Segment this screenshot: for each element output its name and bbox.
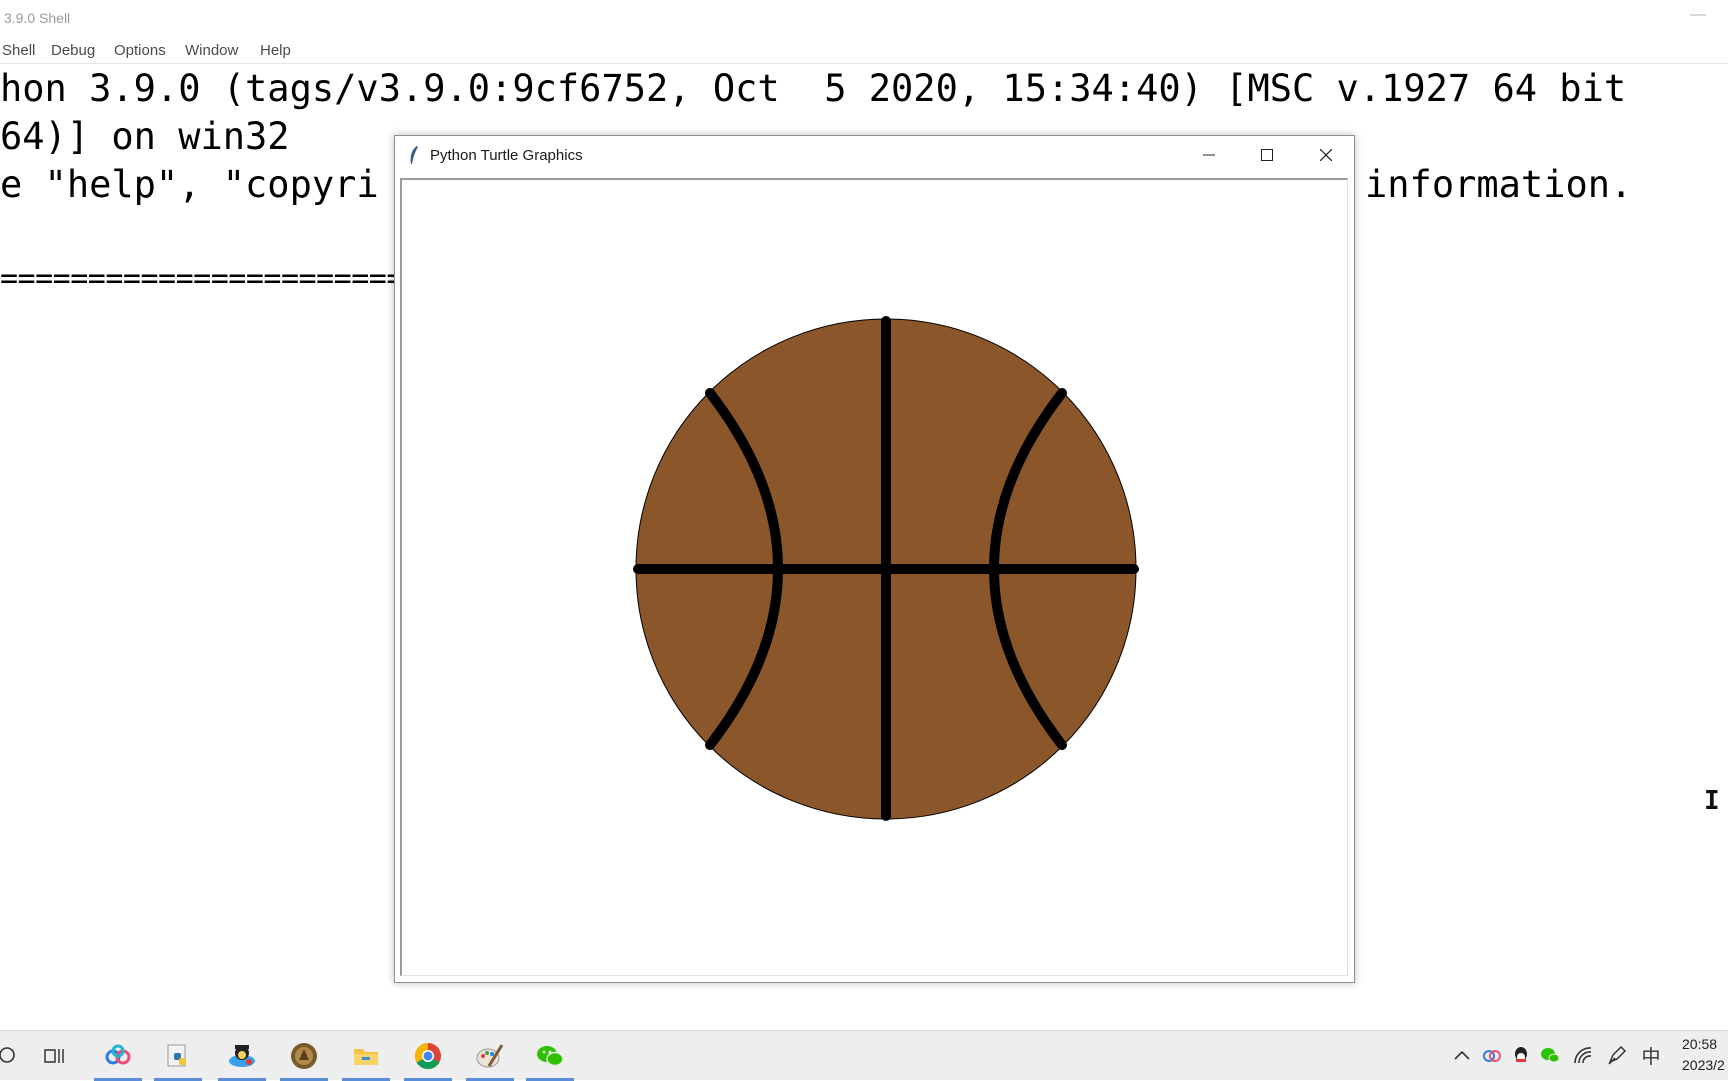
paint-icon: [476, 1044, 504, 1068]
feather-icon: [410, 146, 418, 164]
search-icon: [0, 1047, 15, 1063]
chrome-icon: [414, 1042, 441, 1070]
close-icon: [1320, 149, 1332, 161]
close-button[interactable]: [1298, 136, 1354, 174]
ime-indicator[interactable]: 中: [1640, 1044, 1662, 1068]
taskbar-app-qq-game[interactable]: [215, 1031, 269, 1081]
python-idle-icon: [167, 1044, 186, 1067]
wechat-icon: [537, 1046, 564, 1067]
maximize-icon: [1261, 149, 1273, 161]
window-title: Python Turtle Graphics: [430, 147, 583, 164]
clock-time: 20:58: [1682, 1036, 1718, 1052]
console-line: e "help", "copyri: [0, 163, 379, 206]
chevron-up-icon[interactable]: [1451, 1044, 1473, 1066]
text-cursor-icon: I: [1704, 786, 1720, 816]
console-line: hon 3.9.0 (tags/v3.9.0:9cf6752, Oct 5 20…: [0, 67, 1627, 110]
menu-options[interactable]: Options: [114, 42, 166, 59]
taskbar-clock[interactable]: 20:58 2023/2: [1682, 1034, 1728, 1076]
console-line: information.: [1365, 163, 1633, 206]
file-explorer-icon: [354, 1049, 378, 1065]
minimize-button[interactable]: [1181, 136, 1237, 174]
menu-debug[interactable]: Debug: [51, 42, 95, 59]
turtle-graphics-window: Python Turtle Graphics: [394, 135, 1355, 983]
menu-window[interactable]: Window: [185, 42, 238, 59]
task-view-icon: [44, 1049, 64, 1063]
maximize-button[interactable]: [1239, 136, 1295, 174]
turtle-titlebar[interactable]: Python Turtle Graphics: [395, 136, 1354, 174]
wechat-tray-icon[interactable]: [1539, 1044, 1561, 1066]
taskbar-app-python-idle[interactable]: [151, 1031, 205, 1081]
taskbar-app-baidu-netdisk[interactable]: [91, 1031, 145, 1081]
wifi-icon[interactable]: [1572, 1044, 1594, 1066]
basketball-lines: [633, 316, 1139, 821]
taskbar-app-game[interactable]: [277, 1031, 331, 1081]
shell-title: 3.9.0 Shell: [4, 10, 71, 26]
taskbar: 中 20:58 2023/2: [0, 1030, 1728, 1081]
pen-icon[interactable]: [1606, 1044, 1628, 1066]
menu-shell[interactable]: Shell: [2, 42, 35, 59]
baidu-netdisk-icon: [105, 1044, 131, 1065]
qq-game-icon: [229, 1045, 255, 1067]
task-view-button[interactable]: [27, 1031, 81, 1081]
shell-titlebar[interactable]: 3.9.0 Shell —: [0, 0, 1728, 38]
menu-help[interactable]: Help: [260, 42, 291, 59]
minimize-icon[interactable]: —: [1690, 6, 1706, 24]
cloud-icon[interactable]: [1481, 1044, 1503, 1066]
console-line: 64)] on win32: [0, 115, 290, 158]
basketball-drawing: [633, 316, 1139, 821]
shell-menubar: Shell Debug Options Window Help: [0, 38, 1728, 64]
minimize-icon: [1203, 154, 1215, 156]
turtle-canvas-frame[interactable]: [400, 178, 1348, 976]
taskbar-app-file-explorer[interactable]: [339, 1031, 393, 1081]
taskbar-app-wechat[interactable]: [523, 1031, 577, 1081]
clock-date: 2023/2: [1682, 1057, 1725, 1073]
qq-icon[interactable]: [1510, 1044, 1532, 1066]
taskbar-app-paint[interactable]: [463, 1031, 517, 1081]
game-icon: [291, 1043, 317, 1069]
taskbar-app-chrome[interactable]: [401, 1031, 455, 1081]
